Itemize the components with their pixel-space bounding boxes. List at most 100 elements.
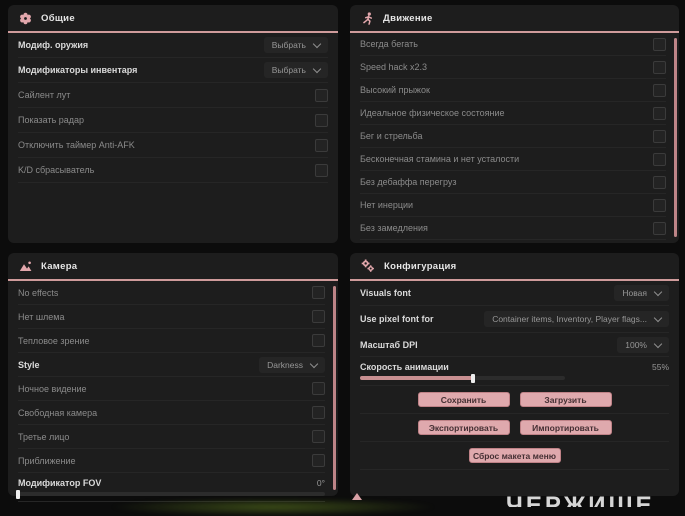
row-style: Style Darkness — [18, 353, 325, 377]
panel-title: Движение — [383, 12, 433, 24]
row-no-slowdown: Без замедления — [360, 217, 666, 240]
row-dpi-scale: Масштаб DPI 100% — [360, 333, 669, 357]
no-effects-checkbox[interactable] — [312, 286, 325, 299]
chevron-down-icon — [653, 287, 663, 297]
row-visuals-font: Visuals font Новая — [360, 281, 669, 306]
save-button[interactable]: Сохранить — [417, 392, 510, 407]
weapon-mod-dropdown[interactable]: Выбрать — [263, 37, 328, 53]
row-perfect-condition: Идеальное физическое состояние — [360, 102, 666, 125]
night-vision-checkbox[interactable] — [312, 382, 325, 395]
dropdown-value: Container items, Inventory, Player flags… — [492, 314, 647, 324]
panel-general-header[interactable]: Общие — [8, 5, 338, 31]
row-label: Без замедления — [360, 223, 428, 233]
button-row-save-load: Сохранить Загрузить — [360, 386, 669, 414]
inventory-mods-dropdown[interactable]: Выбрать — [263, 62, 328, 78]
panel-movement: Движение Всегда бегать Speed hack x2.3 В… — [350, 5, 679, 243]
row-label: Отключить таймер Anti-AFK — [18, 140, 135, 150]
row-no-overload-debuff: Без дебаффа перегруз — [360, 171, 666, 194]
speed-hack-checkbox[interactable] — [653, 60, 666, 74]
panel-config-header[interactable]: Конфигурация — [350, 253, 679, 279]
zoom-checkbox[interactable] — [312, 454, 325, 467]
row-silent-loot: Сайлент лут — [18, 83, 328, 108]
row-show-radar: Показать радар — [18, 108, 328, 133]
panel-camera-header[interactable]: Камера — [8, 253, 338, 279]
panel-camera: Камера No effects Нет шлема Тепловое зре… — [8, 253, 338, 502]
row-no-effects: No effects — [18, 281, 325, 305]
resize-grip[interactable] — [352, 493, 362, 500]
background-game-text: ЧЕРЖИШЕ — [506, 494, 685, 507]
row-label: Ночное видение — [18, 383, 87, 394]
row-label: Use pixel font for — [360, 314, 434, 324]
import-button[interactable]: Импортировать — [519, 420, 612, 435]
row-kd-resetter: K/D сбрасыватель — [18, 158, 328, 183]
panel-general: Общие Модиф. оружия Выбрать Модификаторы… — [8, 5, 338, 243]
dpi-scale-dropdown[interactable]: 100% — [617, 336, 669, 353]
row-label: Нет инерции — [360, 200, 414, 210]
row-infinite-stamina: Бесконечная стамина и нет усталости — [360, 148, 666, 171]
row-zoom: Приближение — [18, 449, 325, 473]
pixel-font-dropdown[interactable]: Container items, Inventory, Player flags… — [484, 311, 669, 327]
row-thermal-vision: Тепловое зрение — [18, 329, 325, 353]
third-person-checkbox[interactable] — [312, 430, 325, 443]
row-label: No effects — [18, 287, 59, 298]
dropdown-value: Новая — [622, 288, 647, 298]
row-label: Speed hack x2.3 — [360, 62, 428, 72]
free-camera-checkbox[interactable] — [312, 406, 325, 419]
no-helmet-checkbox[interactable] — [312, 310, 325, 323]
chevron-down-icon — [653, 313, 663, 323]
row-label: Масштаб DPI — [360, 339, 418, 350]
row-no-inertia: Нет инерции — [360, 194, 666, 217]
no-overload-debuff-checkbox[interactable] — [653, 175, 666, 189]
row-label: Без дебаффа перегруз — [360, 177, 457, 187]
row-label: Бесконечная стамина и нет усталости — [360, 154, 520, 164]
dropdown-value: Darkness — [267, 359, 303, 370]
animation-speed-value: 55% — [651, 362, 669, 372]
fov-slider-handle[interactable] — [16, 489, 20, 499]
chevron-down-icon — [312, 64, 322, 74]
row-weapon-mod: Модиф. оружия Выбрать — [18, 33, 328, 58]
perfect-condition-checkbox[interactable] — [653, 106, 666, 120]
flower-icon — [19, 12, 32, 25]
game-background-glow — [108, 498, 438, 516]
load-button[interactable]: Загрузить — [519, 392, 612, 407]
high-jump-checkbox[interactable] — [653, 83, 666, 97]
row-night-vision: Ночное видение — [18, 377, 325, 401]
chevron-down-icon — [309, 359, 319, 368]
animation-speed-handle[interactable] — [470, 373, 475, 383]
kd-resetter-checkbox[interactable] — [315, 163, 328, 177]
dropdown-value: 100% — [625, 339, 647, 350]
style-dropdown[interactable]: Darkness — [259, 356, 325, 373]
row-label: Показать радар — [18, 115, 85, 125]
image-icon — [19, 260, 32, 273]
anti-afk-checkbox[interactable] — [315, 138, 328, 152]
silent-loot-checkbox[interactable] — [315, 88, 328, 102]
button-row-export-import: Экспортировать Импортировать — [360, 414, 669, 442]
no-slowdown-checkbox[interactable] — [653, 221, 666, 235]
row-label: Style — [18, 359, 40, 370]
run-and-shoot-checkbox[interactable] — [653, 129, 666, 143]
thermal-vision-checkbox[interactable] — [312, 334, 325, 347]
row-label: Модиф. оружия — [18, 40, 89, 50]
no-inertia-checkbox[interactable] — [653, 198, 666, 212]
export-button[interactable]: Экспортировать — [417, 420, 510, 435]
scrollbar[interactable] — [674, 38, 677, 237]
row-third-person: Третье лицо — [18, 425, 325, 449]
row-always-run: Всегда бегать — [360, 33, 666, 56]
always-run-checkbox[interactable] — [653, 37, 666, 51]
reset-layout-button[interactable]: Сброс макета меню — [468, 448, 561, 463]
visuals-font-dropdown[interactable]: Новая — [614, 285, 669, 301]
infinite-stamina-checkbox[interactable] — [653, 152, 666, 166]
row-label: Сайлент лут — [18, 90, 71, 100]
row-label: Модификаторы инвентаря — [18, 65, 138, 75]
panel-config: Конфигурация Visuals font Новая Use pixe… — [350, 253, 679, 496]
scrollbar[interactable] — [333, 286, 336, 490]
show-radar-checkbox[interactable] — [315, 113, 328, 127]
animation-speed-slider[interactable] — [360, 373, 565, 383]
row-label: Высокий прыжок — [360, 85, 430, 95]
dropdown-value: Выбрать — [271, 40, 306, 50]
panel-movement-header[interactable]: Движение — [350, 5, 679, 31]
row-label: Свободная камера — [18, 407, 98, 418]
fov-slider[interactable] — [16, 489, 325, 499]
row-label: Приближение — [18, 455, 76, 466]
chevron-down-icon — [312, 39, 322, 49]
